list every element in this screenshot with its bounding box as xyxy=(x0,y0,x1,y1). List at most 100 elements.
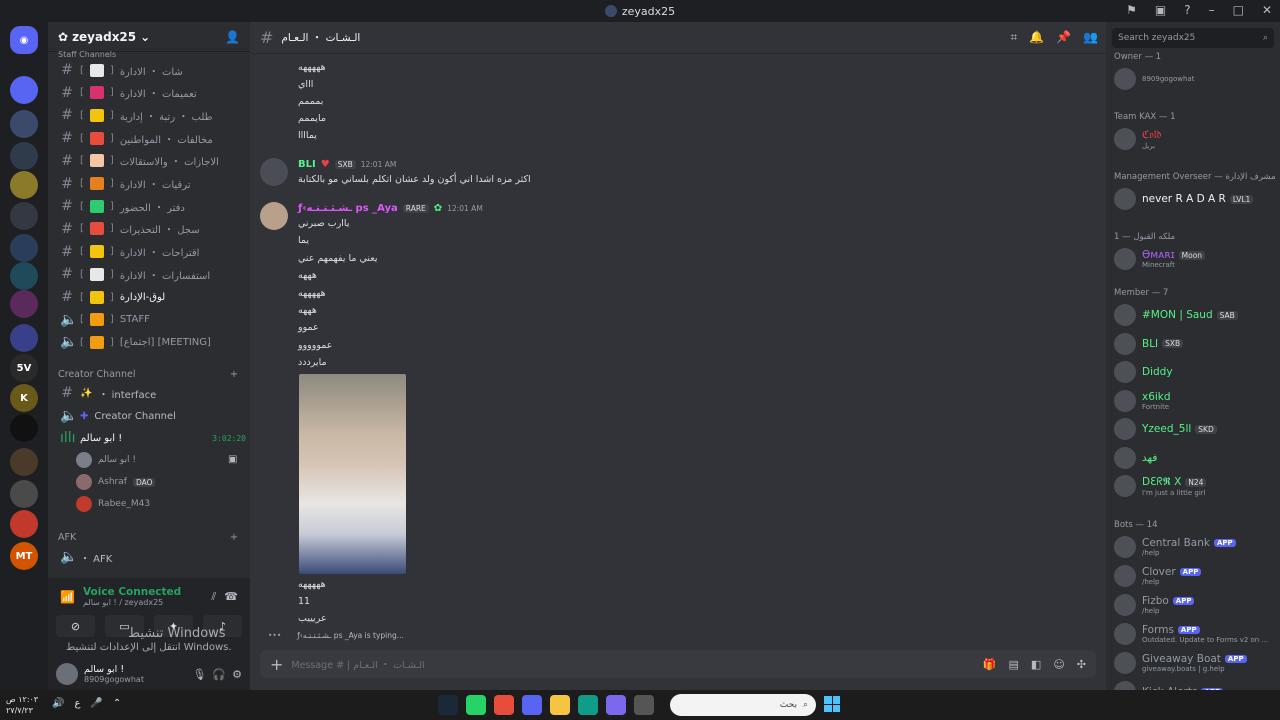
gif-attachment[interactable] xyxy=(299,374,406,574)
voice-user[interactable]: ابو سالم ! xyxy=(76,452,136,468)
server-icon[interactable] xyxy=(10,324,38,352)
add-attachment-icon[interactable]: + xyxy=(270,655,283,674)
channel-item[interactable]: # [] استفسارات ・ الادارة xyxy=(56,264,244,284)
voice-status[interactable]: Voice Connected xyxy=(83,586,203,598)
camera-button[interactable]: ⊘ xyxy=(56,615,95,637)
gift-icon[interactable]: 🎁 xyxy=(983,658,997,671)
server-icon[interactable] xyxy=(10,234,38,262)
volume-icon[interactable]: 🔊 xyxy=(52,698,64,709)
headphones-icon[interactable]: 🎧 xyxy=(212,668,226,681)
microphone-icon[interactable]: 🎤 xyxy=(90,698,102,709)
voice-user[interactable]: Rabee_M43 xyxy=(76,496,150,512)
disconnect-icon[interactable]: ☎ xyxy=(224,590,238,603)
member-item[interactable]: BLI SXB xyxy=(1114,331,1276,357)
server-icon[interactable] xyxy=(10,202,38,230)
channel-item[interactable]: # [] شات ・ الادارة xyxy=(56,60,244,80)
apps-icon[interactable]: ✣ xyxy=(1077,658,1086,671)
channel-creator[interactable]: 🔈 ✚ Creator Channel xyxy=(56,406,244,426)
channel-item[interactable]: # [] دفتر ・ الحضور xyxy=(56,196,244,216)
server-icon[interactable] xyxy=(10,290,38,318)
channel-item[interactable]: # [] اقتراحات ・ الادارة xyxy=(56,242,244,262)
settings-gear-icon[interactable]: ⚙ xyxy=(232,668,242,681)
member-item[interactable]: ℭ𝔬𝔩𝔡 بريل xyxy=(1114,126,1276,152)
user-avatar[interactable] xyxy=(56,663,78,685)
maximize-icon[interactable]: □ xyxy=(1233,3,1244,17)
discord-icon[interactable] xyxy=(522,695,542,715)
member-item[interactable]: Giveaway Boat APP giveaway.boats | g.help xyxy=(1114,650,1276,676)
server-icon[interactable] xyxy=(10,448,38,476)
server-icon[interactable] xyxy=(10,76,38,104)
server-icon[interactable] xyxy=(10,171,38,199)
pin-icon[interactable]: 📌 xyxy=(1056,30,1071,45)
member-item[interactable]: Diddy xyxy=(1114,359,1276,385)
minimize-icon[interactable]: – xyxy=(1209,3,1215,17)
server-icon[interactable] xyxy=(10,480,38,508)
channel-item[interactable]: # [] طلب ・ رتبة ・ إدارية xyxy=(56,105,244,125)
channel-item[interactable]: # [] ترقيات ・ الادارة xyxy=(56,174,244,194)
channel-item[interactable]: # [] تعميمات ・ الادارة xyxy=(56,83,244,103)
taskbar-search[interactable]: بحث ⌕ xyxy=(670,694,816,716)
server-icon[interactable]: K xyxy=(10,384,38,412)
sticker-icon[interactable]: ◧ xyxy=(1031,658,1041,671)
edge-icon[interactable] xyxy=(578,695,598,715)
app-icon[interactable] xyxy=(494,695,514,715)
guild-header[interactable]: ✿ zeyadx25 ⌄ 👤 xyxy=(48,22,250,52)
channel-item[interactable]: 🔈[] [اجتماع] [MEETING] xyxy=(56,332,244,352)
close-icon[interactable]: ✕ xyxy=(1262,3,1272,17)
member-item[interactable]: Fizbo APP/help xyxy=(1114,592,1276,618)
member-item[interactable]: Yzeed_5ll SKD xyxy=(1114,416,1276,442)
channel-item[interactable]: 🔈[] STAFF xyxy=(56,310,244,330)
server-icon[interactable]: 5V xyxy=(10,354,38,382)
threads-icon[interactable]: ⌗ xyxy=(1010,30,1017,45)
author-avatar[interactable] xyxy=(260,158,288,186)
channel-item[interactable]: # [] لوق-الإدارة xyxy=(56,287,244,307)
windows-start-icon[interactable] xyxy=(824,696,840,712)
category-afk[interactable]: AFK + xyxy=(58,532,238,543)
server-icon[interactable] xyxy=(10,142,38,170)
member-item[interactable]: فهد xyxy=(1114,445,1276,471)
author-avatar[interactable] xyxy=(260,202,288,230)
member-item[interactable]: 8909gogowhat xyxy=(1114,66,1276,92)
member-item[interactable]: Clover APP/help xyxy=(1114,563,1276,589)
message-composer[interactable]: + Message # | الـشـات ・ الـعـام 🎁 ▤ ◧ ☺ … xyxy=(260,650,1096,678)
noise-suppression-icon[interactable]: ⫽ xyxy=(211,590,216,604)
whatsapp-icon[interactable] xyxy=(466,695,486,715)
channel-interface[interactable]: # ✨ ・ interface xyxy=(56,383,244,403)
channel-afk[interactable]: 🔈 ・ AFK xyxy=(56,547,244,567)
add-channel-icon[interactable]: + xyxy=(230,532,238,543)
channel-item[interactable]: # [] سجل ・ التحذيرات xyxy=(56,219,244,239)
category-creator[interactable]: Creator Channel + xyxy=(58,369,238,380)
member-item[interactable]: Forms APP Outdated. Update to Forms v2 on … xyxy=(1114,621,1276,647)
add-member-icon[interactable]: 👤 xyxy=(225,30,240,44)
gif-icon[interactable]: ▤ xyxy=(1009,658,1019,671)
channel-item[interactable]: # [] الاجازات ・ والاستقالات xyxy=(56,151,244,171)
member-item[interactable]: DƐᖇ𝕽 X N24 I'm just a little girl xyxy=(1114,473,1276,499)
server-icon[interactable] xyxy=(10,414,38,442)
server-icon[interactable]: MT xyxy=(10,542,38,570)
copilot-icon[interactable] xyxy=(606,695,626,715)
search-input[interactable]: Search zeyadx25 ⌕ xyxy=(1112,28,1274,48)
emoji-icon[interactable]: ☺ xyxy=(1053,658,1064,671)
add-channel-icon[interactable]: + xyxy=(230,369,238,380)
author-name[interactable]: ƒ‹ـشـثـتـتـه ps _Aya xyxy=(298,203,398,214)
member-item[interactable]: never R A D A R LVL1 xyxy=(1114,186,1276,212)
member-item[interactable]: Central Bank APP/help xyxy=(1114,534,1276,560)
member-item[interactable]: #MON | Saud SAB xyxy=(1114,302,1276,328)
task-view-icon[interactable] xyxy=(634,695,654,715)
steam-icon[interactable] xyxy=(438,695,458,715)
microphone-icon[interactable]: 🎙 xyxy=(192,668,206,681)
member-item[interactable]: x6ikd Fortnite xyxy=(1114,388,1276,414)
language-icon[interactable]: ع xyxy=(74,698,80,709)
message-input[interactable]: Message # | الـشـات ・ الـعـام xyxy=(291,657,974,671)
server-icon[interactable] xyxy=(10,110,38,138)
discord-home-icon[interactable]: ◉ xyxy=(10,26,38,54)
voice-user[interactable]: Ashraf DAO xyxy=(76,474,156,490)
flag-icon[interactable]: ⚑ xyxy=(1126,3,1137,17)
help-icon[interactable]: ? xyxy=(1184,3,1190,17)
file-explorer-icon[interactable] xyxy=(550,695,570,715)
author-name[interactable]: BLI xyxy=(298,159,316,170)
bell-icon[interactable]: 🔔 xyxy=(1029,30,1044,45)
server-icon[interactable] xyxy=(10,262,38,290)
server-icon[interactable] xyxy=(10,510,38,538)
chevron-up-icon[interactable]: ⌃ xyxy=(113,698,121,709)
